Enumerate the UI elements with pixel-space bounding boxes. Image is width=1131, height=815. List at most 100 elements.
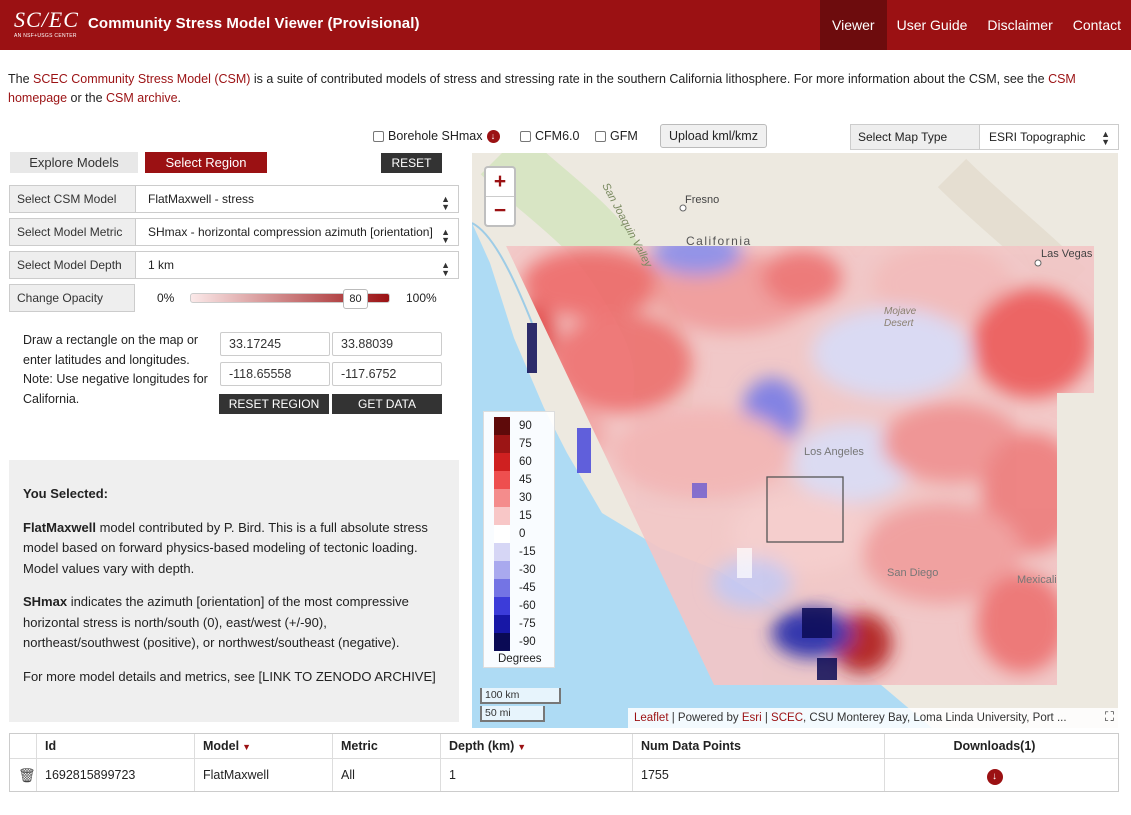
zoom-control: + − — [484, 166, 516, 227]
gfm-toggle[interactable]: GFM — [595, 129, 638, 143]
intro-part: The — [8, 72, 34, 86]
cell-download: ↓ — [884, 759, 1104, 791]
esri-link[interactable]: Esri — [742, 712, 762, 724]
cfm-label: CFM6.0 — [535, 129, 580, 143]
lat-second-input[interactable]: 33.88039 — [332, 332, 442, 356]
legend-value: 15 — [519, 510, 532, 522]
zoom-in-button[interactable]: + — [486, 168, 514, 196]
map-canvas[interactable] — [472, 153, 1118, 728]
map-label-san-diego: San Diego — [887, 567, 939, 579]
legend-swatch — [494, 543, 510, 561]
table-row[interactable]: 🗑 1692815899723 FlatMaxwell All 1 1755 ↓ — [10, 758, 1118, 791]
nav-viewer[interactable]: Viewer — [820, 0, 887, 50]
map-label-fresno: Fresno — [685, 194, 720, 206]
get-data-button[interactable]: GET DATA — [332, 394, 442, 414]
sort-desc-icon[interactable]: ▼ — [517, 742, 526, 752]
logo-subtitle: AN NSF+USGS CENTER — [14, 33, 77, 39]
col-header-metric[interactable]: Metric — [332, 734, 440, 758]
attrib-text: , CSU Monterey Bay, Loma Linda Universit… — [803, 712, 1067, 724]
metric-select-label: Select Model Metric — [10, 219, 136, 245]
col-header-depth[interactable]: Depth (km) ▼ — [440, 734, 632, 758]
download-icon[interactable]: ↓ — [986, 769, 1003, 785]
scec-logo[interactable]: SC/EC AN NSF+USGS CENTER — [14, 8, 78, 44]
map-view[interactable]: Fresno California Las Vegas Mojave Deser… — [472, 153, 1118, 728]
legend-swatch — [494, 579, 510, 597]
reset-region-button[interactable]: RESET REGION — [219, 394, 329, 414]
select-arrows-icon: ▲ ▼ — [441, 227, 450, 245]
app-title: Community Stress Model Viewer (Provision… — [88, 15, 420, 32]
nav-disclaimer[interactable]: Disclaimer — [977, 0, 1062, 50]
scale-mi: 50 mi — [480, 706, 545, 722]
legend-value: 0 — [519, 528, 526, 540]
nav-user-guide[interactable]: User Guide — [887, 0, 978, 50]
top-navbar: SC/EC AN NSF+USGS CENTER Community Stres… — [0, 0, 1131, 50]
legend-value: 45 — [519, 474, 532, 486]
legend-value: -75 — [519, 618, 536, 630]
lon-second-input[interactable]: -117.6752 — [332, 362, 442, 386]
zoom-out-button[interactable]: − — [486, 197, 514, 225]
logo-mark: SC/EC — [14, 7, 79, 32]
legend-swatch — [494, 597, 510, 615]
legend-value: -45 — [519, 582, 536, 594]
row-delete[interactable]: 🗑 — [10, 759, 36, 791]
trash-icon[interactable]: 🗑 — [18, 767, 36, 783]
metric-select[interactable]: SHmax - horizontal compression azimuth [… — [136, 219, 458, 245]
csm-archive-link[interactable]: CSM archive — [106, 91, 178, 105]
depth-select[interactable]: 1 km ▲ ▼ — [136, 252, 458, 278]
select-arrows-icon: ▲ ▼ — [441, 260, 450, 278]
metric-select-value: SHmax - horizontal compression azimuth [… — [148, 225, 433, 239]
cfm-checkbox[interactable] — [520, 130, 531, 142]
legend-swatch — [494, 507, 510, 525]
cell-model: FlatMaxwell — [194, 759, 332, 791]
legend-swatch — [494, 417, 510, 435]
select-arrows-icon: ▲ ▼ — [1101, 129, 1110, 147]
intro-part: is a suite of contributed models of stre… — [250, 72, 1049, 86]
lat-first-input[interactable]: 33.17245 — [220, 332, 330, 356]
map-label-california: California — [686, 234, 752, 248]
selected-metric-name: SHmax — [23, 594, 68, 609]
map-type-select[interactable]: ESRI Topographic ▲ ▼ — [979, 124, 1119, 150]
col-header-id[interactable]: Id — [36, 734, 194, 758]
attrib-text: | — [761, 712, 772, 724]
col-header-model-label: Model — [203, 739, 240, 753]
leaflet-link[interactable]: Leaflet — [634, 712, 669, 724]
legend-swatch — [494, 561, 510, 579]
col-header-depth-label: Depth (km) — [449, 739, 515, 753]
depth-select-value: 1 km — [148, 258, 175, 272]
opacity-slider-handle[interactable]: 80 — [343, 289, 368, 309]
nav-contact[interactable]: Contact — [1063, 0, 1131, 50]
legend-swatch — [494, 435, 510, 453]
csm-link[interactable]: SCEC Community Stress Model (CSM) — [33, 72, 250, 86]
fullscreen-icon[interactable]: ⛶ — [1105, 709, 1114, 725]
borehole-checkbox[interactable] — [373, 130, 384, 142]
download-icon[interactable]: ↓ — [486, 129, 500, 143]
draw-instructions: Draw a rectangle on the map or enter lat… — [23, 333, 208, 406]
cfm-toggle[interactable]: CFM6.0 — [520, 129, 579, 143]
sort-desc-icon[interactable]: ▼ — [242, 742, 251, 752]
borehole-toggle[interactable]: Borehole SHmax ↓ — [373, 129, 500, 143]
opacity-max: 100% — [406, 291, 437, 305]
model-select-group: Select CSM Model FlatMaxwell - stress ▲ ▼ — [9, 185, 459, 213]
col-header-points[interactable]: Num Data Points — [632, 734, 884, 758]
tab-select-region[interactable]: Select Region — [145, 152, 267, 173]
scec-link[interactable]: SCEC — [771, 712, 803, 724]
layer-controls: Borehole SHmax ↓ CFM6.0 GFM Upload kml/k… — [0, 124, 1131, 150]
tab-explore-models[interactable]: Explore Models — [10, 152, 138, 173]
lon-first-input[interactable]: -118.65558 — [220, 362, 330, 386]
model-select[interactable]: FlatMaxwell - stress ▲ ▼ — [136, 186, 458, 212]
col-header-model[interactable]: Model ▼ — [194, 734, 332, 758]
upload-kml-button[interactable]: Upload kml/kmz — [660, 124, 767, 148]
selection-summary: You Selected: FlatMaxwell model contribu… — [9, 460, 459, 722]
scale-km: 100 km — [480, 688, 561, 704]
selected-model-name: FlatMaxwell — [23, 519, 96, 535]
map-label-mexicali: Mexicali — [1017, 574, 1057, 586]
color-legend: 90 75 60 45 30 15 0 -15 -30 -45 -60 -75 -90 Degrees — [483, 411, 555, 668]
selection-heading: You Selected: — [23, 486, 109, 501]
select-arrows-icon: ▲ ▼ — [441, 194, 450, 212]
gfm-checkbox[interactable] — [595, 130, 606, 142]
legend-swatch — [494, 633, 510, 651]
intro-part: . — [177, 91, 182, 105]
cell-id: 1692815899723 — [36, 759, 194, 791]
reset-button[interactable]: RESET — [381, 153, 442, 173]
map-label-las-vegas: Las Vegas — [1041, 248, 1093, 260]
